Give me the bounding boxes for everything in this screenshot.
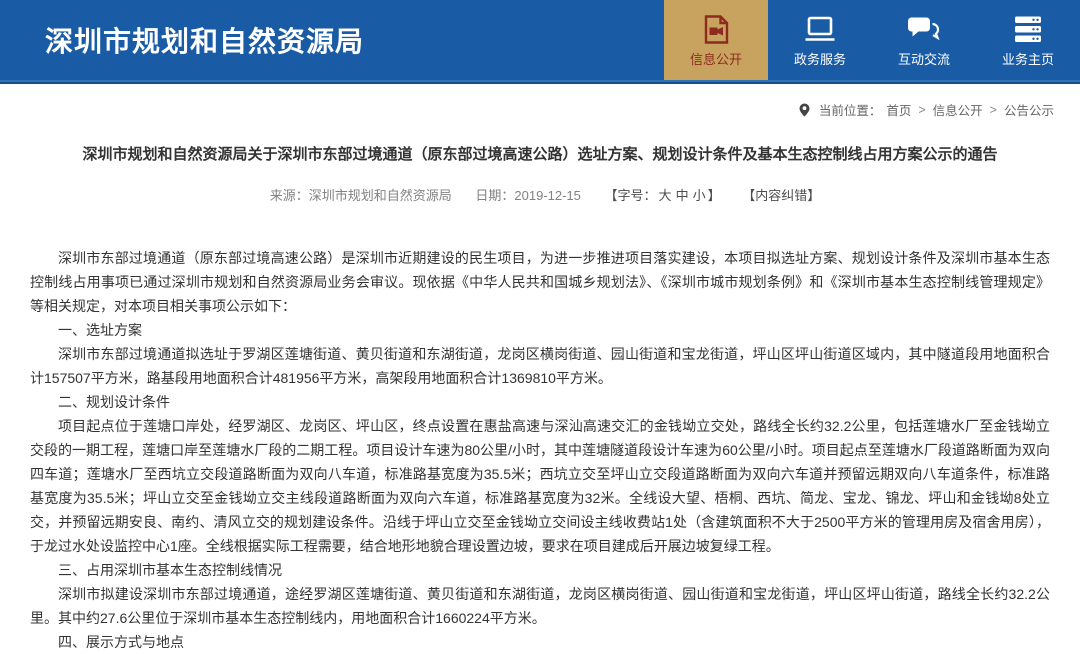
- breadcrumb-announcements[interactable]: 公告公示: [1004, 100, 1054, 119]
- breadcrumb: 当前位置： 首页 > 信息公开 > 公告公示: [0, 84, 1080, 119]
- article-paragraph: 项目起点位于莲塘口岸处，经罗湖区、龙岗区、坪山区，终点设置在惠盐高速与深汕高速交…: [30, 414, 1050, 558]
- fontsize-suffix: 】: [708, 188, 721, 203]
- fontsize-small-button[interactable]: 小: [693, 188, 706, 203]
- nav-tab-label: 业务主页: [1002, 53, 1054, 66]
- meta-source: 来源：深圳市规划和自然资源局: [270, 188, 452, 203]
- server-stack-icon: [1013, 14, 1043, 44]
- site-header: 深圳市规划和自然资源局 信息公开 政务服务: [0, 0, 1080, 80]
- article-meta: 来源：深圳市规划和自然资源局 日期：2019-12-15 【字号：大中小】 【内…: [0, 185, 1080, 204]
- computer-icon: [804, 14, 836, 44]
- meta-date-label: 日期：: [475, 188, 514, 203]
- article-paragraph: 深圳市东部过境通道（原东部过境高速公路）是深圳市近期建设的民生项目，为进一步推进…: [30, 246, 1050, 318]
- article-paragraph: 深圳市拟建设深圳市东部过境通道，途经罗湖区莲塘街道、黄贝街道和东湖街道，龙岗区横…: [30, 582, 1050, 630]
- section-heading: 一、选址方案: [30, 318, 1050, 342]
- fontsize-medium-button[interactable]: 中: [676, 188, 689, 203]
- meta-source-value: 深圳市规划和自然资源局: [309, 188, 452, 203]
- meta-source-label: 来源：: [270, 188, 309, 203]
- nav-tab-interaction[interactable]: 互动交流: [872, 0, 976, 80]
- fontsize-prefix: 【字号：: [605, 188, 657, 203]
- fontsize-large-button[interactable]: 大: [659, 188, 672, 203]
- meta-date: 日期：2019-12-15: [475, 188, 581, 203]
- document-icon: [704, 14, 729, 44]
- nav-tab-label: 政务服务: [794, 53, 846, 66]
- primary-nav: 信息公开 政务服务 互动交流: [664, 0, 1080, 80]
- meta-fontsize: 【字号：大中小】: [605, 188, 721, 203]
- section-heading: 三、占用深圳市基本生态控制线情况: [30, 558, 1050, 582]
- content-correction-link[interactable]: 【内容纠错】: [742, 188, 820, 203]
- breadcrumb-info-disclosure[interactable]: 信息公开: [933, 100, 983, 119]
- nav-tab-label: 互动交流: [898, 53, 950, 66]
- nav-tab-label: 信息公开: [690, 53, 742, 66]
- chat-bubbles-icon: [908, 14, 941, 44]
- article-body: 深圳市东部过境通道（原东部过境高速公路）是深圳市近期建设的民生项目，为进一步推进…: [0, 204, 1080, 654]
- nav-tab-gov-services[interactable]: 政务服务: [768, 0, 872, 80]
- article-title: 深圳市规划和自然资源局关于深圳市东部过境通道（原东部过境高速公路）选址方案、规划…: [30, 143, 1050, 164]
- article-paragraph: 深圳市东部过境通道拟选址于罗湖区莲塘街道、黄贝街道和东湖街道，龙岗区横岗街道、园…: [30, 342, 1050, 390]
- location-pin-icon: [799, 103, 810, 117]
- section-heading: 二、规划设计条件: [30, 390, 1050, 414]
- breadcrumb-separator: >: [990, 103, 997, 117]
- site-logo-title[interactable]: 深圳市规划和自然资源局: [0, 0, 364, 80]
- nav-tab-business-home[interactable]: 业务主页: [976, 0, 1080, 80]
- meta-date-value: 2019-12-15: [514, 188, 581, 203]
- breadcrumb-label: 当前位置：: [819, 100, 882, 119]
- section-heading: 四、展示方式与地点: [30, 630, 1050, 654]
- breadcrumb-separator: >: [918, 103, 925, 117]
- breadcrumb-home[interactable]: 首页: [886, 100, 911, 119]
- nav-tab-info-disclosure[interactable]: 信息公开: [664, 0, 768, 80]
